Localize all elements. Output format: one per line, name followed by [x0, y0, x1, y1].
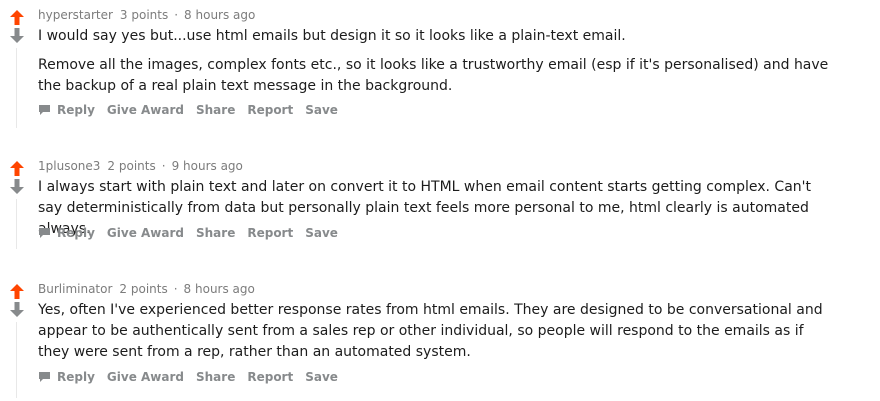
comment-author[interactable]: hyperstarter: [38, 8, 113, 22]
give-award-button[interactable]: Give Award: [107, 226, 184, 240]
comment-points: 2 points: [119, 282, 168, 296]
reply-button[interactable]: Reply: [38, 370, 95, 384]
reply-label: Reply: [57, 103, 95, 117]
comment-paragraph: Yes, often I've experienced better respo…: [38, 302, 823, 360]
comment-actions: Reply Give Award Share Report Save: [38, 103, 350, 117]
comment-author[interactable]: 1plusone3: [38, 159, 100, 173]
comment-body: I would say yes but...use html emails bu…: [38, 26, 838, 105]
comment-paragraph: I would say yes but...use html emails bu…: [38, 28, 626, 44]
downvote-arrow-icon[interactable]: [10, 28, 24, 43]
reply-label: Reply: [57, 226, 95, 240]
comment-paragraph: Remove all the images, complex fonts etc…: [38, 57, 829, 94]
comment-author[interactable]: Burliminator: [38, 282, 112, 296]
comment: hyperstarter 3 points · 8 hours ago I would…: [0, 4, 880, 132]
report-button[interactable]: Report: [247, 226, 293, 240]
thread-line[interactable]: [16, 322, 17, 398]
speech-bubble-icon: [39, 105, 50, 115]
upvote-arrow-icon[interactable]: [10, 284, 24, 299]
vote-controls: [10, 10, 24, 43]
thread-line[interactable]: [16, 199, 17, 249]
upvote-arrow-icon[interactable]: [10, 10, 24, 25]
vote-controls: [10, 284, 24, 317]
speech-bubble-icon: [39, 372, 50, 382]
vote-controls: [10, 161, 24, 194]
thread-line[interactable]: [16, 48, 17, 128]
comment-meta: 1plusone3 2 points · 9 hours ago: [38, 159, 243, 173]
report-button[interactable]: Report: [247, 370, 293, 384]
downvote-arrow-icon[interactable]: [10, 302, 24, 317]
comment-actions: Reply Give Award Share Report Save: [38, 370, 350, 384]
reply-button[interactable]: Reply: [38, 103, 95, 117]
comment-actions: Reply Give Award Share Report Save: [38, 226, 350, 240]
save-button[interactable]: Save: [305, 370, 338, 384]
meta-separator: ·: [174, 8, 179, 22]
reply-button[interactable]: Reply: [38, 226, 95, 240]
give-award-button[interactable]: Give Award: [107, 370, 184, 384]
share-button[interactable]: Share: [196, 226, 235, 240]
save-button[interactable]: Save: [305, 103, 338, 117]
comment-time[interactable]: 9 hours ago: [172, 159, 243, 173]
meta-separator: ·: [173, 282, 178, 296]
comment-time[interactable]: 8 hours ago: [184, 282, 255, 296]
comment-time[interactable]: 8 hours ago: [184, 8, 255, 22]
upvote-arrow-icon[interactable]: [10, 161, 24, 176]
downvote-arrow-icon[interactable]: [10, 179, 24, 194]
save-button[interactable]: Save: [305, 226, 338, 240]
comment-body: Yes, often I've experienced better respo…: [38, 300, 838, 371]
speech-bubble-icon: [39, 228, 50, 238]
share-button[interactable]: Share: [196, 103, 235, 117]
reply-label: Reply: [57, 370, 95, 384]
comment-thread: hyperstarter 3 points · 8 hours ago I would…: [0, 0, 880, 401]
comment-meta: Burliminator 2 points · 8 hours ago: [38, 282, 255, 296]
comment-points: 3 points: [119, 8, 169, 22]
share-button[interactable]: Share: [196, 370, 235, 384]
comment: Burliminator 2 points · 8 hours ago Yes, of…: [0, 278, 880, 398]
meta-separator: ·: [161, 159, 166, 173]
report-button[interactable]: Report: [247, 103, 293, 117]
comment-meta: hyperstarter 3 points · 8 hours ago: [38, 8, 255, 22]
comment-points: 2 points: [107, 159, 156, 173]
give-award-button[interactable]: Give Award: [107, 103, 184, 117]
comment: 1plusone3 2 points · 9 hours ago I always s…: [0, 155, 880, 251]
